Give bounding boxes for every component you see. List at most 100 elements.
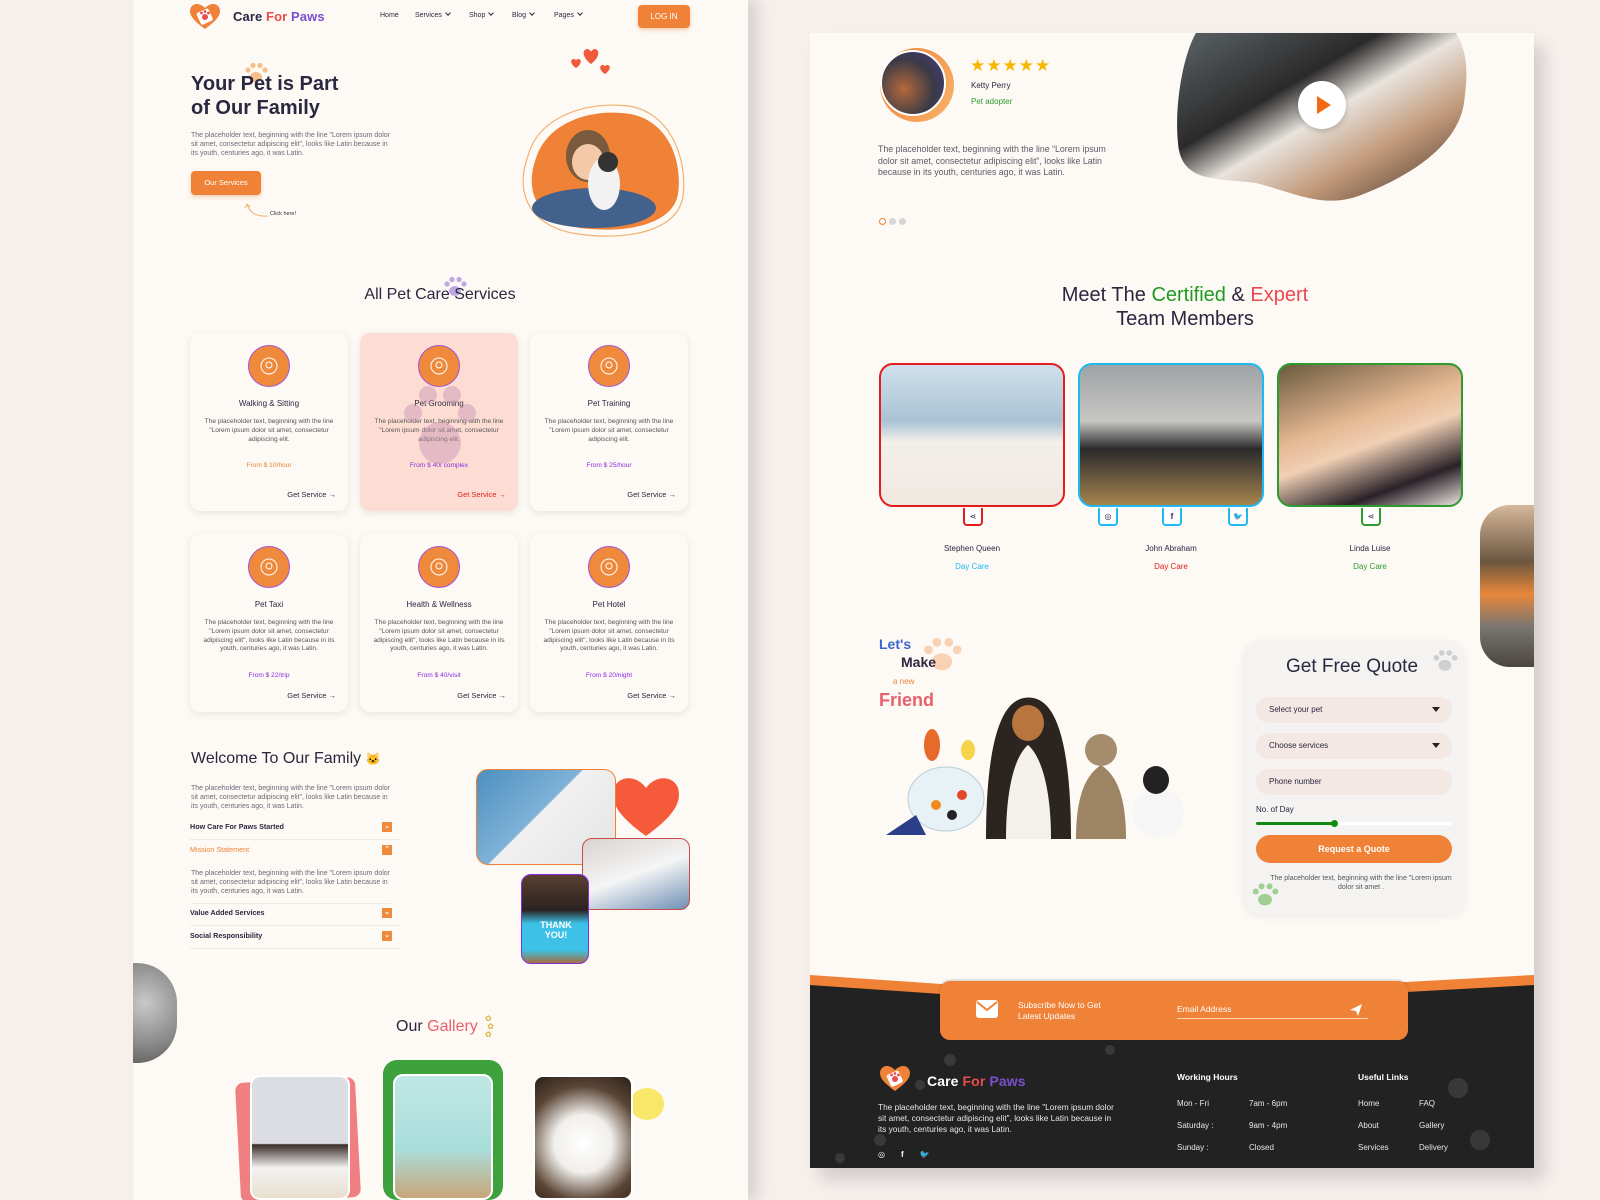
email-input[interactable]: Email Address [1177, 1004, 1368, 1019]
facebook-icon: f [1170, 511, 1174, 521]
nav-shop[interactable]: Shop [469, 10, 495, 19]
footer-link-about[interactable]: About [1358, 1121, 1379, 1130]
gallery-title: Our Gallery [396, 1018, 478, 1036]
nav-services[interactable]: Services [415, 10, 451, 19]
accordion-label: Value Added Services [190, 908, 265, 917]
carousel-dots [879, 218, 906, 225]
facebook-button[interactable]: f [1162, 508, 1182, 526]
service-card[interactable]: Pet Taxi The placeholder text, beginning … [190, 534, 348, 712]
working-hours-title: Working Hours [1177, 1072, 1238, 1082]
accordion-how-started[interactable]: How Care For Paws Started ⌄ [190, 822, 400, 840]
testimonial-role: Pet adopter [971, 97, 1013, 106]
share-button[interactable]: ⋖ [963, 508, 983, 526]
gallery-title-gallery: Gallery [427, 1018, 478, 1035]
service-desc: The placeholder text, beginning with the… [203, 619, 335, 653]
paw-decoration-icon [1433, 650, 1458, 671]
accordion-mission-statement[interactable]: Mission Statement ⌃ [190, 845, 400, 863]
accordion-value-added[interactable]: Value Added Services ⌄ [190, 908, 400, 926]
gallery-photo-woman-dog[interactable] [250, 1075, 350, 1200]
send-icon[interactable] [1350, 1004, 1362, 1016]
footer-brand-name: Care For Paws [927, 1073, 1026, 1089]
heart-paw-logo-icon [880, 1066, 910, 1091]
cat-emoji-icon: 🐱 [365, 752, 381, 766]
paws-decoration-icon: ✿ ✿ ✿ [485, 1014, 494, 1039]
paw-watermark-icon [404, 386, 476, 464]
footer-link-services[interactable]: Services [1358, 1143, 1389, 1152]
accordion-social-responsibility[interactable]: Social Responsibility ⌄ [190, 931, 400, 949]
play-video-button[interactable] [1298, 81, 1346, 129]
testimonial-name: Ketty Perry [971, 81, 1011, 90]
gallery-photo-kitten[interactable] [393, 1074, 493, 1200]
chevron-down-icon [488, 10, 495, 16]
select-pet-label: Select your pet [1269, 705, 1323, 714]
footer-link-gallery[interactable]: Gallery [1419, 1121, 1444, 1130]
paw-decoration-icon [1252, 883, 1279, 906]
get-service-link[interactable]: Get Service → [287, 490, 336, 499]
pet-taxi-icon [248, 546, 290, 588]
get-service-link[interactable]: Get Service → [627, 490, 676, 499]
instagram-button[interactable]: ◎ [1098, 508, 1118, 526]
footer-link-delivery[interactable]: Delivery [1419, 1143, 1448, 1152]
working-hours-heading: Working Hours [1177, 1072, 1238, 1082]
star-icon: ★ [1018, 56, 1035, 75]
footer-logo[interactable] [880, 1066, 910, 1097]
email-placeholder: Email Address [1177, 1004, 1232, 1014]
curved-arrow-icon [244, 203, 269, 217]
hours-time: 7am - 6pm [1249, 1099, 1288, 1108]
hero-blob-image [522, 104, 685, 237]
nav-shop-label: Shop [469, 12, 486, 19]
footer-link-home[interactable]: Home [1358, 1099, 1379, 1108]
play-icon [1317, 96, 1331, 114]
get-service-link[interactable]: Get Service → [287, 691, 336, 700]
gallery-title-our: Our [396, 1018, 423, 1035]
get-service-link[interactable]: Get Service → [457, 691, 506, 700]
useful-links-title: Useful Links [1358, 1072, 1409, 1082]
phone-number-input[interactable]: Phone number [1256, 769, 1452, 795]
select-pet-dropdown[interactable]: Select your pet [1256, 697, 1452, 723]
request-quote-button[interactable]: Request a Quote [1256, 835, 1452, 863]
nav-services-label: Services [415, 12, 442, 19]
team-member-name: Linda Luise [1349, 544, 1391, 553]
footer-link-faq[interactable]: FAQ [1419, 1099, 1435, 1108]
service-card[interactable]: Pet Training The placeholder text, beginn… [530, 333, 688, 511]
rating-stars: ★★★★★ [970, 56, 1051, 76]
carousel-dot[interactable] [889, 218, 896, 225]
get-service-link[interactable]: Get Service → [457, 490, 506, 499]
service-card[interactable]: Pet Hotel The placeholder text, beginning… [530, 534, 688, 712]
service-card[interactable]: Pet Grooming The placeholder text, beginn… [360, 333, 518, 511]
instagram-icon[interactable]: ◎ [878, 1150, 885, 1159]
twitter-icon[interactable]: 🐦 [920, 1150, 930, 1159]
days-slider[interactable] [1256, 820, 1452, 827]
caret-down-icon [1432, 743, 1440, 748]
twitter-button[interactable]: 🐦 [1228, 508, 1248, 526]
nav-pages[interactable]: Pages [554, 10, 583, 19]
facebook-icon[interactable]: f [901, 1150, 904, 1159]
service-price: From $ 40/visit [417, 672, 461, 680]
share-button[interactable]: ⋖ [1361, 508, 1381, 526]
gallery-photo-puppy[interactable] [533, 1075, 633, 1200]
get-service-link[interactable]: Get Service → [627, 691, 676, 700]
team-title-amp: & [1231, 284, 1245, 306]
choose-services-dropdown[interactable]: Choose services [1256, 733, 1452, 759]
welcome-title: Welcome To Our Family 🐱 [191, 750, 381, 768]
our-services-button[interactable]: Our Services [191, 171, 261, 195]
hero-title: Your Pet is Part of Our Family [191, 72, 338, 120]
nav-home[interactable]: Home [380, 12, 399, 19]
chevron-down-icon [445, 10, 451, 16]
service-price: From $ 25/hour [586, 462, 632, 470]
team-member-role: Day Care [1353, 562, 1387, 571]
service-card[interactable]: Walking & Sitting The placeholder text, b… [190, 333, 348, 511]
cat-grooming-photo [582, 838, 690, 910]
login-button[interactable]: LOG IN [638, 5, 690, 28]
share-icon: ⋖ [1367, 511, 1375, 521]
service-desc: The placeholder text, beginning with the… [543, 619, 675, 653]
carousel-dot-active[interactable] [879, 218, 886, 225]
brand-logo[interactable] [190, 4, 220, 35]
carousel-dot[interactable] [899, 218, 906, 225]
accordion-label: How Care For Paws Started [190, 822, 284, 831]
service-card[interactable]: Health & Wellness The placeholder text, b… [360, 534, 518, 712]
team-title-certified: Certified [1151, 284, 1226, 306]
peeking-pets-image [1480, 505, 1534, 667]
pets-group-image [886, 697, 1184, 839]
nav-blog[interactable]: Blog [512, 10, 535, 19]
